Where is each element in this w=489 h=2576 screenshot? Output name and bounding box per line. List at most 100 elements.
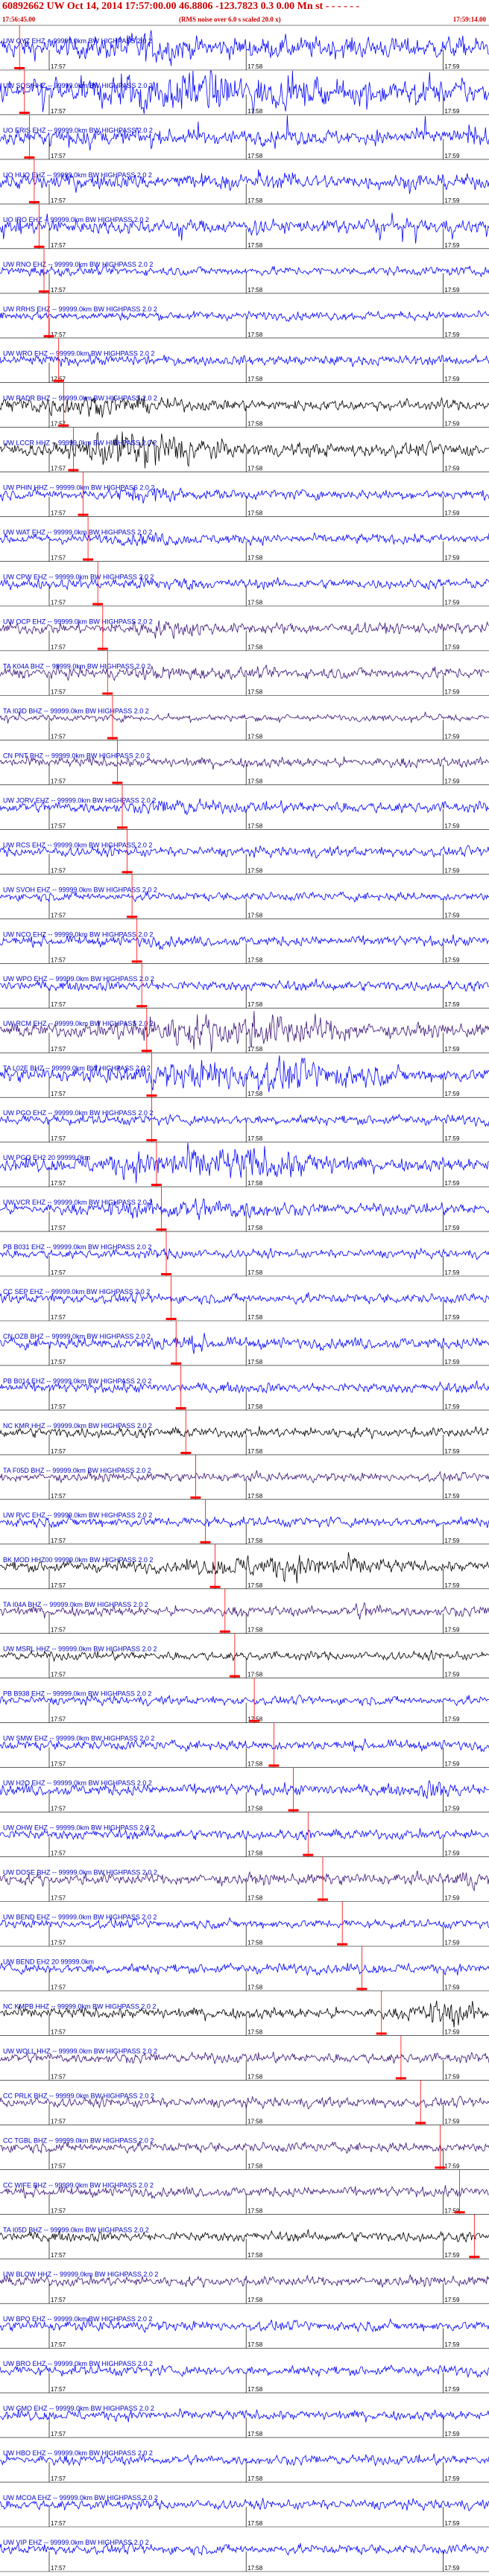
trace: 17:57 17:58 17:59 UW SVOH EHZ -- 99999.0km … (0, 874, 489, 919)
tick-label: 17:57 (51, 1269, 66, 1276)
waveform (0, 1055, 489, 1092)
trace: 17:57 17:58 17:59 UW RVC EHZ -- 99999.0km B… (0, 1499, 489, 1544)
tick-label: 17:58 (247, 1314, 263, 1321)
tick-label: 17:59 (444, 1448, 460, 1455)
station-label: UW SQS HHZ -- 99999.0km BW HIGHPASS 2.0 … (3, 82, 153, 89)
tick-label: 17:59 (444, 153, 460, 159)
tick-label: 17:57 (51, 555, 66, 562)
waveform (0, 70, 489, 114)
station-label: CC PRLK BHZ -- 99999.0km BW HIGHPASS 2.0… (3, 2092, 154, 2099)
tick-label: 17:57 (51, 2252, 66, 2259)
station-label: UW BEND EH2 20 99999.0km (3, 1958, 94, 1966)
station-label: UW WAT EHZ -- 99999.0km BW HIGHPASS 2.0 … (3, 529, 152, 536)
tick-label: 17:58 (247, 555, 263, 562)
tick-label: 17:59 (444, 1627, 460, 1634)
tick-label: 17:59 (444, 63, 460, 70)
trace: 17:57 17:58 17:59 UW OHW EHZ -- 99999.0km B… (0, 1812, 489, 1857)
tick-label: 17:57 (51, 600, 66, 606)
station-label: UO ERIS EHZ -- 99999.0km BW HIGHPASS 2.0… (3, 127, 153, 134)
trace: 17:57 17:58 17:59 UW OCP EHZ -- 99999.0km B… (0, 606, 489, 651)
tick-label: 17:58 (247, 1091, 263, 1097)
station-label: TA F05D BHZ -- 99999.0km BW HIGHPASS 2.0… (3, 1467, 151, 1474)
tick-label: 17:57 (51, 1359, 66, 1365)
tick-label: 17:58 (247, 1895, 263, 1902)
station-label: UW PGO EHZ -- 99999.0km BW HIGHPASS 2.0 … (3, 1109, 153, 1117)
trace: 17:57 17:58 17:59 UW SQS HHZ -- 99999.0km B… (0, 69, 489, 115)
tick-label: 17:57 (51, 1627, 66, 1634)
tick-label: 17:58 (247, 1985, 263, 1991)
tick-label: 17:58 (247, 1403, 263, 1410)
tick-label: 17:57 (51, 1582, 66, 1589)
station-label: UW RRHS EHZ -- 99999.0km BW HIGHPASS 2.0… (3, 305, 157, 313)
trace: 17:57 17:58 17:59 UO IRO EHZ -- 99999.0km B… (0, 203, 489, 249)
station-label: TA K04A BHZ -- 99999.0km BW HIGHPASS 2.0… (3, 663, 151, 670)
station-label: UW BRO EHZ -- 99999.0km BW HIGHPASS 2.0 … (3, 2360, 153, 2367)
trace: 17:57 17:58 17:59 UW JORV EHZ -- 99999.0km … (0, 784, 489, 830)
tick-label: 17:59 (444, 867, 460, 874)
tick-label: 17:58 (247, 2431, 263, 2437)
trace: 17:57 17:58 17:59 TA K04A BHZ -- 99999.0km … (0, 650, 489, 696)
tick-label: 17:58 (247, 1046, 263, 1053)
tick-label: 17:59 (444, 2297, 460, 2303)
tick-label: 17:57 (51, 733, 66, 740)
trace: 17:57 17:58 17:59 CC PRLK BHZ -- 99999.0km … (0, 2080, 489, 2125)
trace: 17:57 17:58 17:59UW WRO EHZ -- 99999.0km B… (0, 337, 489, 383)
tick-label: 17:58 (247, 2028, 263, 2035)
tick-label: 17:57 (51, 1672, 66, 1678)
tick-label: 17:57 (51, 1314, 66, 1321)
trace: 17:57 17:58 17:59 UW SMW EHZ -- 99999.0km B… (0, 1722, 489, 1768)
station-label: UO HUO EHZ -- 99999.0km BW HIGHPASS 2.0 … (3, 171, 152, 179)
tick-label: 17:59 (444, 1359, 460, 1365)
tick-label: 17:59 (444, 1403, 460, 1410)
tick-label: 17:57 (51, 197, 66, 204)
tick-label: 17:59 (444, 287, 460, 294)
tick-label: 17:57 (51, 2163, 66, 2169)
tick-label: 17:57 (51, 1046, 66, 1053)
station-label: UW RNO EHZ -- 99999.0km BW HIGHPASS 2.0 … (3, 261, 153, 268)
trace: 17:57 17:58 17:59 UO HUO EHZ -- 99999.0km B… (0, 159, 489, 204)
tick-label: 17:57 (51, 63, 66, 70)
tick-label: 17:59 (444, 2073, 460, 2080)
tick-label: 17:57 (51, 1806, 66, 1812)
tick-label: 17:57 (51, 1985, 66, 1991)
tick-label: 17:57 (51, 1403, 66, 1410)
tick-label: 17:58 (247, 733, 263, 740)
station-label: UW GMO EHZ -- 99999.0km BW HIGHPASS 2.0 … (3, 2405, 154, 2412)
tick-label: 17:58 (247, 421, 263, 428)
trace: 17:57 17:58 17:59 UW BEND EHZ -- 99999.0km … (0, 1901, 489, 1947)
station-label: CN PNT BHZ -- 99999.0km BW HIGHPASS 2.0 … (3, 752, 150, 759)
trace: 17:57 17:58 17:59 UW PGO EH2 20 99999.0km (0, 1141, 489, 1187)
tick-label: 17:57 (51, 108, 66, 115)
trace: 17:57 17:58 17:59UW RADR BHZ -- 99999.0km … (0, 382, 489, 428)
trace: 17:57 17:58 17:59 CC SEP EHZ -- 99999.0km B… (0, 1275, 489, 1321)
tick-label: 17:58 (247, 1582, 263, 1589)
tick-label: 17:58 (247, 1538, 263, 1544)
tick-label: 17:57 (51, 1225, 66, 1231)
trace: 17:57 17:58 17:59 UW CPW EHZ -- 99999.0km B… (0, 561, 489, 606)
waveform (0, 1143, 489, 1184)
tick-label: 17:57 (51, 1448, 66, 1455)
tick-label: 17:57 (51, 689, 66, 696)
trace: 17:57 17:58 17:59 UW RNO EHZ -- 99999.0km B… (0, 248, 489, 294)
tick-label: 17:59 (444, 1538, 460, 1544)
station-label: PB B938 EHZ -- 99999.0km BW HIGHPASS 2.0… (3, 1690, 151, 1698)
station-label: UO IRO EHZ -- 99999.0km BW HIGHPASS 2.0 … (3, 216, 149, 223)
station-label: UW MSRL HHZ -- 99999.0km BW HIGHPASS 2.0… (3, 1646, 157, 1653)
tick-label: 17:58 (247, 1627, 263, 1634)
tick-label: 17:57 (51, 867, 66, 874)
tick-label: 17:58 (247, 2207, 263, 2214)
trace: 17:57 17:58 17:59 UW GMO EHZ -- 99999.0km B… (0, 2392, 489, 2438)
trace: 17:57 17:58 17:59 NC KMPB HHZ -- 99999.0km … (0, 1990, 489, 2036)
tick-label: 17:59 (444, 1269, 460, 1276)
station-label: TA I05D BHZ -- 99999.0km BW HIGHPASS 2.0… (3, 2226, 149, 2233)
station-label: TA L02E BHZ -- 99999.0km BW HIGHPASS 2.0… (3, 1065, 151, 1072)
trace: 17:57 17:58 17:59PB B938 EHZ -- 99999.0km … (0, 1678, 489, 1723)
tick-label: 17:59 (444, 1716, 460, 1723)
tick-label: 17:57 (51, 1850, 66, 1857)
trace: 17:57 17:58 17:59 TA I03D BHZ -- 99999.0km … (0, 695, 489, 740)
tick-label: 17:58 (247, 108, 263, 115)
trace: 17:57 17:58 17:59 UW RCS EHZ -- 99999.0km B… (0, 829, 489, 875)
tick-label: 17:58 (247, 2163, 263, 2169)
tick-label: 17:57 (51, 2386, 66, 2393)
tick-label: 17:58 (247, 778, 263, 784)
